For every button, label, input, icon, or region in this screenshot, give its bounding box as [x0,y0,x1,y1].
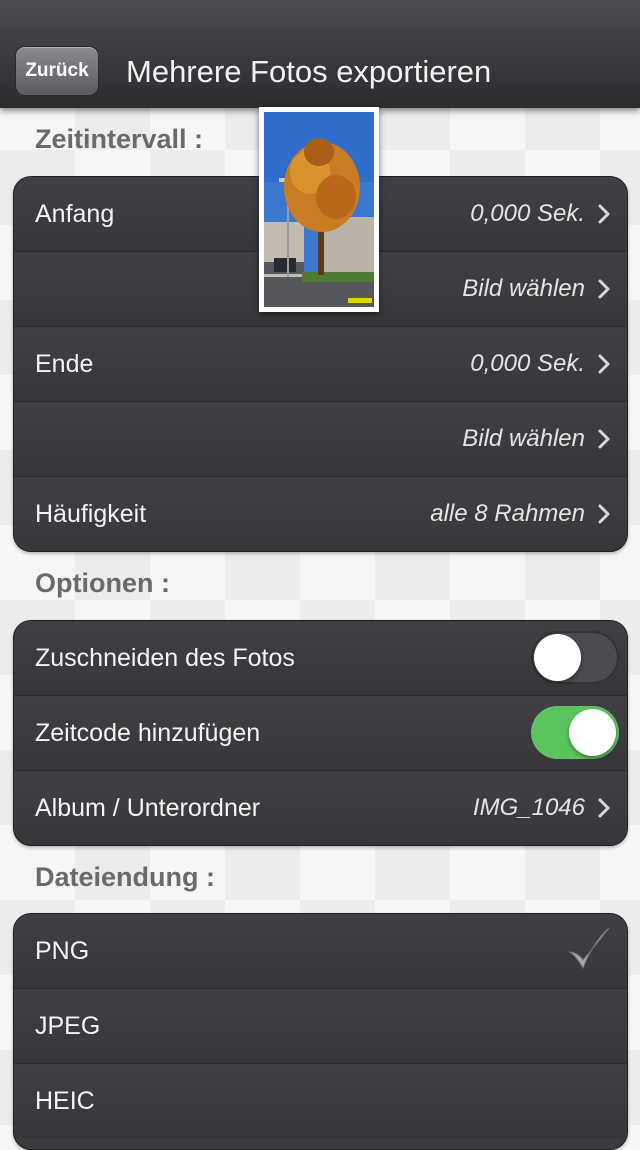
frequency-label: Häufigkeit [35,500,147,528]
album-label: Album / Unterordner [35,794,261,822]
end-label: Ende [35,350,94,378]
chevron-right-icon [593,477,615,551]
start-frame-thumbnail[interactable] [259,107,379,312]
row-end-pick-image[interactable]: Bild wählen [14,401,627,476]
end-pick-value: Bild wählen [462,425,585,452]
extension-option-label: JPEG [35,1012,101,1040]
chevron-right-icon [593,402,615,476]
row-extension-heic[interactable]: HEIC [14,1063,627,1138]
row-timecode: Zeitcode hinzufügen [14,695,627,770]
start-label: Anfang [35,200,115,228]
album-value: IMG_1046 [472,794,585,821]
end-value: 0,000 Sek. [470,350,585,377]
row-album[interactable]: Album / Unterordner IMG_1046 [14,770,627,845]
chevron-right-icon [593,252,615,326]
section-header-options: Optionen : [35,568,170,598]
start-value: 0,000 Sek. [470,200,585,227]
toggle-knob [569,709,616,756]
row-crop-photo: Zuschneiden des Fotos [14,621,627,695]
start-pick-value: Bild wählen [462,275,585,302]
row-end-time[interactable]: Ende 0,000 Sek. [14,326,627,401]
row-extension-png[interactable]: PNG [14,914,627,988]
section-header-extension: Dateiendung : [35,862,215,892]
toggle-knob [534,634,581,681]
navigation-bar: Zurück Mehrere Fotos exportieren [0,0,640,108]
timecode-toggle[interactable] [531,706,619,759]
tree-photo-image [264,112,374,307]
crop-toggle[interactable] [531,631,619,684]
timecode-label: Zeitcode hinzufügen [35,719,261,747]
options-group: Zuschneiden des Fotos Zeitcode hinzufüge… [13,620,628,846]
row-extension-jpeg[interactable]: JPEG [14,988,627,1063]
checkmark-icon [565,924,611,974]
chevron-right-icon [593,771,615,845]
crop-label: Zuschneiden des Fotos [35,644,295,672]
extension-option-label: HEIC [35,1087,95,1115]
section-header-interval: Zeitintervall : [35,124,204,154]
row-frequency[interactable]: Häufigkeit alle 8 Rahmen [14,476,627,551]
frequency-value: alle 8 Rahmen [430,500,585,527]
chevron-right-icon [593,177,615,251]
extension-option-label: PNG [35,937,90,965]
page-title: Mehrere Fotos exportieren [126,54,492,89]
extension-group: PNG JPEG HEIC [13,913,628,1150]
back-button[interactable]: Zurück [15,46,99,96]
chevron-right-icon [593,327,615,401]
